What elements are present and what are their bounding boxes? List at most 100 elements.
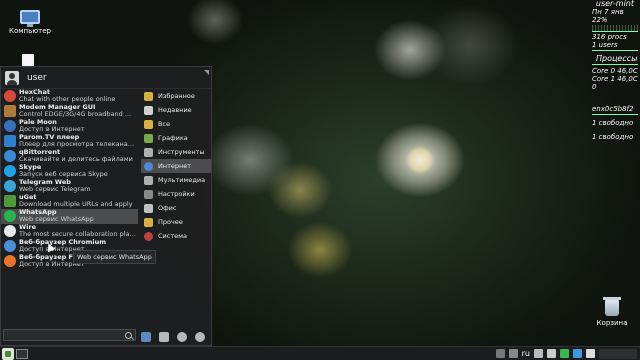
clipboard-icon[interactable] — [534, 349, 543, 358]
battery-icon[interactable] — [586, 349, 595, 358]
app-name: Pale Moon — [19, 119, 57, 126]
recent-icon — [144, 105, 153, 115]
network-icon[interactable] — [495, 349, 505, 358]
category-label: Все — [158, 120, 171, 128]
desktop-icon-trash[interactable]: Корзина — [582, 297, 640, 327]
tooltip: Web сервис WhatsApp — [73, 250, 156, 264]
category-label: Мультимедиа — [158, 176, 206, 184]
app-desc: Control EDGE/3G/4G broadband modem — [19, 111, 137, 118]
divider — [592, 114, 638, 115]
app-item-parom-tv[interactable]: Parom.TV плеер Плеер для просмотра телека… — [1, 134, 138, 149]
category-system[interactable]: Система — [141, 229, 211, 243]
clock[interactable] — [599, 348, 637, 359]
sound-icon[interactable] — [547, 349, 556, 358]
category-office[interactable]: Офис — [141, 201, 211, 215]
category-label: Система — [158, 232, 188, 240]
software-manager-icon[interactable] — [141, 332, 151, 342]
folder-icon — [144, 217, 153, 227]
desktop-icon-label: Корзина — [596, 319, 628, 327]
category-recent[interactable]: Недавние — [141, 103, 211, 117]
cpu-usage: 22% — [592, 16, 608, 24]
app-desc: Скачивайте и делитесь файлами — [19, 156, 133, 163]
terminal-launcher-icon[interactable] — [16, 348, 28, 359]
app-desc: The most secure collaboration platform — [19, 231, 137, 238]
app-item-pale-moon[interactable]: Pale Moon Доступ в Интернет — [1, 119, 138, 134]
app-name: Parom.TV плеер — [19, 134, 80, 141]
network-interface: enx0c5b8f2 — [592, 105, 634, 113]
app-item-modem-manager[interactable]: Modem Manager GUI Control EDGE/3G/4G broa… — [1, 104, 138, 119]
computer-icon — [20, 10, 40, 27]
taskbar: ru — [0, 346, 640, 360]
category-label: Офис — [158, 204, 177, 212]
app-item-skype[interactable]: Skype Запуск веб сервиса Skype — [1, 164, 138, 179]
date: Пн 7 янв — [592, 8, 624, 16]
category-favorites[interactable]: Избранное — [141, 89, 211, 103]
core0-temp: Core 0 46,0C — [592, 67, 638, 75]
app-item-telegram-web[interactable]: Telegram Web Web сервис Telegram — [1, 179, 138, 194]
category-multimedia[interactable]: Мультимедиа — [141, 173, 211, 187]
category-list: Избранное Недавние Все Графика Инструмен… — [141, 89, 211, 243]
search-input[interactable] — [4, 330, 125, 340]
modem-icon — [4, 105, 16, 117]
search-icon — [125, 331, 132, 339]
app-item-hexchat[interactable]: HexChat Chat with other people online — [1, 89, 138, 104]
app-desc: Доступ в Интернет — [19, 126, 85, 133]
app-name: Modem Manager GUI — [19, 104, 96, 111]
trash-icon — [603, 297, 621, 316]
divider — [592, 64, 638, 65]
globe-icon — [144, 161, 153, 171]
processes-header: Процессы — [596, 54, 638, 63]
tv-icon — [4, 135, 16, 147]
skype-icon — [4, 165, 16, 177]
update-manager-icon[interactable] — [560, 349, 569, 358]
app-desc: Web сервис Telegram — [19, 186, 91, 193]
category-label: Графика — [158, 134, 188, 142]
firefox-icon — [4, 255, 16, 267]
app-item-wire[interactable]: Wire The most secure collaboration platfo… — [1, 224, 138, 239]
free-slot-1: 1 свободно — [592, 119, 634, 127]
hexchat-icon — [4, 90, 16, 102]
search-bar[interactable] — [3, 329, 136, 341]
system-monitor: user-mint Пн 7 янв 22% 316 procs 1 users… — [590, 0, 640, 141]
app-list: HexChat Chat with other people online Mod… — [1, 89, 138, 269]
logout-icon[interactable] — [177, 332, 187, 342]
app-name: WhatsApp — [19, 209, 57, 216]
app-name: uGet — [19, 194, 37, 201]
category-label: Инструменты — [158, 148, 205, 156]
system-icon — [144, 231, 153, 241]
category-label: Интернет — [158, 162, 192, 170]
app-item-uget[interactable]: uGet Download multiple URLs and apply — [1, 194, 138, 209]
category-graphics[interactable]: Графика — [141, 131, 211, 145]
app-desc: Download multiple URLs and apply — [19, 201, 133, 208]
tools-icon — [144, 147, 153, 157]
user-count: 1 users — [592, 41, 618, 49]
keyboard-layout[interactable]: ru — [522, 349, 530, 358]
lock-icon[interactable] — [159, 332, 169, 342]
category-tools[interactable]: Инструменты — [141, 145, 211, 159]
category-label: Избранное — [158, 92, 195, 100]
app-name: Skype — [19, 164, 42, 171]
category-internet[interactable]: Интернет — [141, 159, 211, 173]
app-desc: Chat with other people online — [19, 96, 116, 103]
telegram-icon — [4, 180, 16, 192]
process-count: 316 procs — [592, 33, 627, 41]
app-item-whatsapp[interactable]: WhatsApp Web сервис WhatsApp — [1, 209, 138, 224]
shield-icon[interactable] — [573, 349, 582, 358]
menu-button[interactable] — [2, 347, 14, 360]
avatar-icon[interactable] — [5, 70, 19, 85]
multimedia-icon — [144, 175, 153, 185]
app-item-qbittorrent[interactable]: qBittorrent Скачивайте и делитесь файлами — [1, 149, 138, 164]
start-menu: user HexChat Chat with other people onlin… — [0, 66, 212, 346]
power-icon[interactable] — [195, 332, 205, 342]
whatsapp-icon — [4, 210, 16, 222]
pale-moon-icon — [4, 120, 16, 132]
zero-value: 0 — [592, 83, 597, 91]
desktop-icon-computer[interactable]: Компьютер — [0, 10, 60, 35]
category-settings[interactable]: Настройки — [141, 187, 211, 201]
category-all[interactable]: Все — [141, 117, 211, 131]
category-other[interactable]: Прочее — [141, 215, 211, 229]
desktop-icon-label: Компьютер — [9, 27, 51, 35]
notifications-icon[interactable] — [508, 349, 518, 358]
graphics-icon — [144, 133, 153, 143]
app-desc: Web сервис WhatsApp — [19, 216, 94, 223]
